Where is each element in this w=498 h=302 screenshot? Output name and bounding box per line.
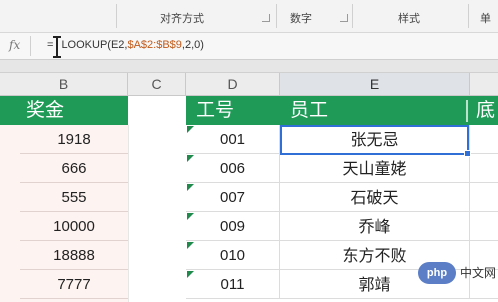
bonus-cell[interactable]: 666 — [20, 154, 128, 183]
text-cursor-icon — [53, 36, 61, 58]
bonus-cell[interactable]: 7777 — [20, 270, 128, 299]
id-cell[interactable]: 007 — [186, 183, 280, 212]
error-indicator-icon[interactable] — [187, 184, 194, 191]
php-logo-icon: php — [418, 262, 456, 284]
ribbon-group-alignment[interactable]: 对齐方式 — [160, 10, 204, 26]
id-cell[interactable]: 006 — [186, 154, 280, 183]
column-header-c[interactable]: C — [128, 73, 186, 96]
column-header-d[interactable]: D — [186, 73, 280, 96]
formula-bar: fx = LOOKUP(E2,$A$2:$B$9,2,0) — [0, 33, 498, 60]
header-bonus[interactable]: 奖金 — [26, 97, 64, 124]
ribbon: 对齐方式 数字 样式 单 — [0, 0, 498, 33]
number-launcher-icon[interactable] — [340, 14, 348, 22]
employee-cell[interactable]: 天山童姥 — [280, 154, 470, 183]
employee-cell[interactable]: 乔峰 — [280, 212, 470, 241]
bonus-cell[interactable]: 10000 — [20, 212, 128, 241]
alignment-launcher-icon[interactable] — [262, 14, 270, 22]
base-cell[interactable] — [470, 125, 498, 154]
bonus-cell[interactable]: 1918 — [20, 125, 128, 154]
active-cell-selection[interactable] — [280, 125, 471, 157]
base-cell[interactable] — [470, 212, 498, 241]
error-indicator-icon[interactable] — [187, 242, 194, 249]
ribbon-group-number[interactable]: 数字 — [290, 10, 312, 26]
base-cell[interactable] — [470, 154, 498, 183]
ribbon-separator — [468, 4, 469, 28]
formula-prefix: = — [47, 39, 54, 51]
employee-cell[interactable]: 石破天 — [280, 183, 470, 212]
ribbon-group-styles[interactable]: 样式 — [398, 10, 420, 26]
error-indicator-icon[interactable] — [187, 271, 194, 278]
id-cell[interactable]: 010 — [186, 241, 280, 270]
watermark-text: 中文网 — [460, 266, 497, 280]
error-indicator-icon[interactable] — [187, 155, 194, 162]
column-header-e[interactable]: E — [280, 73, 470, 96]
function-icon[interactable]: fx — [9, 38, 20, 52]
error-indicator-icon[interactable] — [187, 213, 194, 220]
error-indicator-icon[interactable] — [187, 126, 194, 133]
column-c-cells — [128, 125, 187, 302]
bonus-cell[interactable]: 555 — [20, 183, 128, 212]
formula-suffix: ,2,0) — [181, 39, 204, 51]
header-employee-id[interactable]: 工号 — [196, 97, 234, 124]
id-cell[interactable]: 009 — [186, 212, 280, 241]
id-cell[interactable]: 001 — [186, 125, 280, 154]
header-employee[interactable]: 员工 — [290, 97, 328, 124]
ribbon-separator — [116, 4, 117, 28]
formula-range-ref: $A$2:$B$9 — [127, 39, 182, 51]
ribbon-group-cells[interactable]: 单 — [480, 10, 491, 26]
header-base[interactable]: 底 — [476, 97, 495, 124]
bonus-cell[interactable]: 18888 — [20, 241, 128, 270]
header-divider — [466, 100, 468, 122]
toolbar-gap — [0, 60, 498, 73]
watermark: php 中文网 — [418, 262, 498, 284]
formula-bar-separator — [30, 36, 31, 56]
column-header-f[interactable] — [470, 73, 498, 96]
id-cell[interactable]: 011 — [186, 270, 280, 299]
base-cell[interactable] — [470, 183, 498, 212]
ribbon-separator — [276, 4, 277, 28]
ribbon-separator — [352, 4, 353, 28]
formula-input[interactable]: = LOOKUP(E2,$A$2:$B$9,2,0) — [47, 39, 204, 51]
column-header-b[interactable]: B — [0, 73, 128, 96]
formula-function: LOOKUP(E2, — [61, 39, 128, 51]
